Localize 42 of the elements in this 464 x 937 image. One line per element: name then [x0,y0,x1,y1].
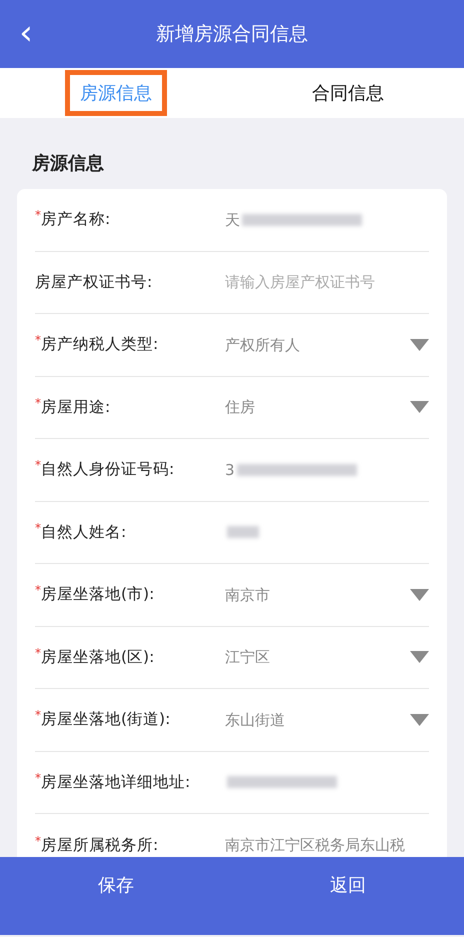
input-field[interactable]: 南京市江宁区税务局东山税 [225,814,429,857]
dropdown-triangle-icon [410,588,429,601]
field-label: 房屋所属税务所: [41,834,158,856]
select-field[interactable]: 江宁区 [225,626,429,688]
footer-button[interactable]: 保存 [82,871,150,899]
field-label: 房屋坐落地(区): [41,646,154,668]
required-mark: * [35,770,41,785]
required-mark: * [35,583,41,598]
required-mark: * [35,396,41,410]
tab[interactable]: 房源信息 [65,70,167,116]
input-field[interactable]: 请输入房屋产权证书号 [225,252,429,313]
page-title: 新增房源合同信息 [156,22,308,47]
required-mark: * [35,708,41,722]
dropdown-triangle-icon [410,401,429,414]
input-field[interactable]: 3 [225,439,429,500]
select-field[interactable]: 产权所有人 [225,314,429,376]
required-mark: * [35,834,41,848]
field-label: 自然人身份证号码: [41,459,174,480]
field-label: 房屋产权证书号: [35,272,152,293]
field-label: 房产名称: [41,209,110,230]
required-mark: * [35,208,41,222]
back-button[interactable]: ‹ [12,18,40,48]
required-mark: * [35,333,41,348]
select-field[interactable]: 住房 [225,376,429,438]
input-field[interactable]: 天 [225,189,429,250]
field-label: 房屋坐落地详细地址: [41,772,190,793]
field-label: 自然人姓名: [41,522,126,543]
required-mark: * [35,458,41,472]
field-label: 房屋坐落地(市): [41,584,154,606]
dropdown-triangle-icon [410,651,429,664]
field-label: 房屋坐落地(街道): [41,709,170,730]
field-label: 房产纳税人类型: [41,334,158,356]
select-field[interactable]: 南京市 [225,564,429,626]
dropdown-triangle-icon [410,338,429,351]
footer-button[interactable]: 返回 [314,871,382,899]
select-field[interactable]: 东山街道 [225,689,429,750]
required-mark: * [35,520,41,535]
field-label: 房屋用途: [41,396,110,418]
dropdown-triangle-icon [410,714,429,726]
tab[interactable]: 合同信息 [297,70,399,116]
required-mark: * [35,646,41,660]
section-title: 房源信息 [30,152,105,176]
